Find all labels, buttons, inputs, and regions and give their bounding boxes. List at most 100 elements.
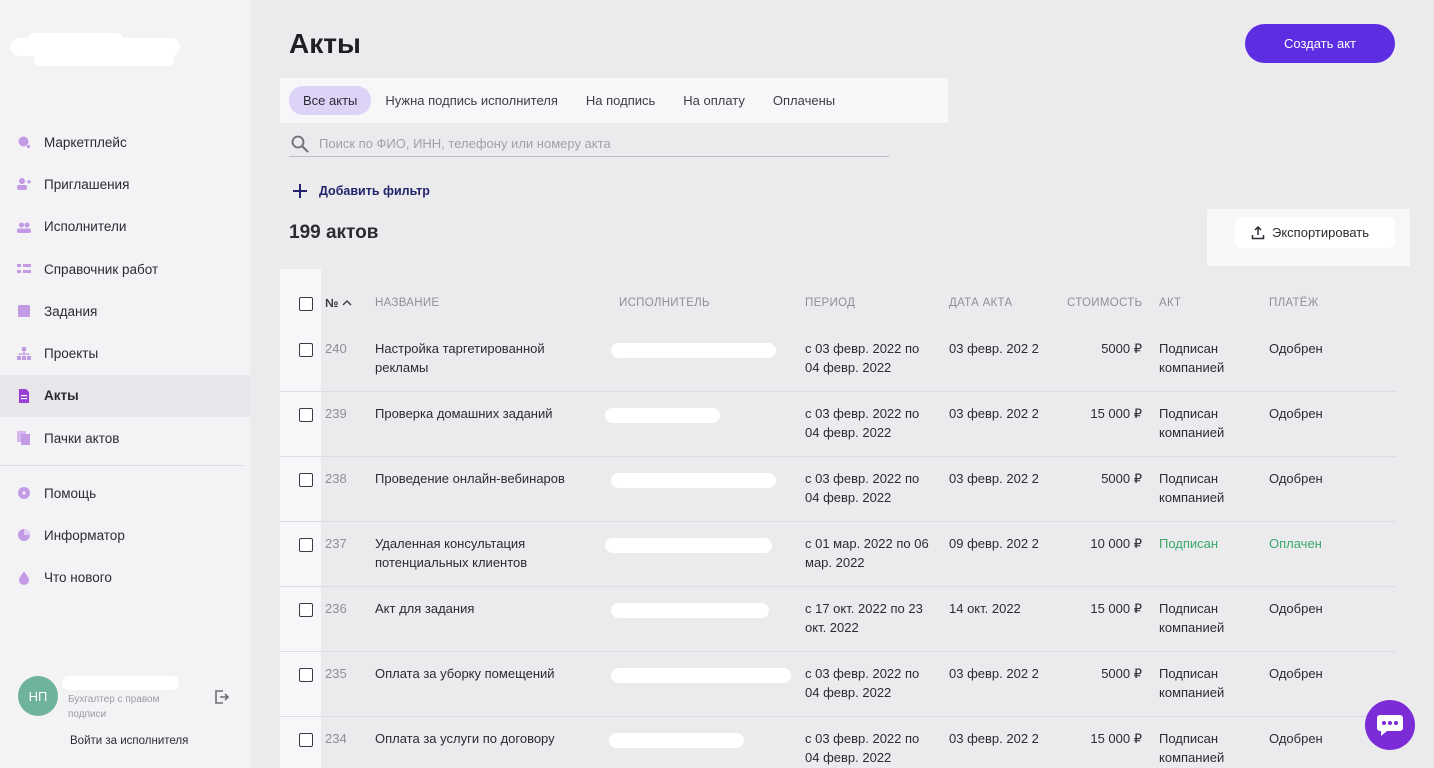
sidebar-item-works-catalog[interactable]: Справочник работ [0, 248, 250, 290]
act-period: с 03 февр. 2022 по 04 февр. 2022 [805, 731, 920, 765]
act-status: Подписан компанией [1159, 666, 1225, 700]
add-filter-button[interactable]: Добавить фильтр [292, 182, 430, 200]
logo-redacted-3 [28, 33, 123, 45]
sidebar-item-invitations[interactable]: Приглашения [0, 163, 250, 205]
sidebar-item-act-batches[interactable]: Пачки актов [0, 417, 250, 459]
export-label: Экспортировать [1272, 225, 1369, 240]
sidebar-item-label: Акты [44, 388, 79, 404]
table-row[interactable]: 240 Настройка таргетированной рекламы с 03… [280, 327, 1396, 392]
tab-needs-executor-signature[interactable]: Нужна подпись исполнителя [371, 86, 572, 115]
hierarchy-icon [17, 346, 31, 361]
table-row[interactable]: 235 Оплата за уборку помещений с 03 февр. … [280, 652, 1396, 717]
column-header-num[interactable]: № [325, 296, 352, 310]
chat-bubble-icon [1377, 715, 1403, 736]
table-row[interactable]: 237 Удаленная консультация потенциальных … [280, 522, 1396, 587]
column-header-date: ДАТА АКТА [949, 297, 1013, 309]
tab-to-pay[interactable]: На оплату [669, 86, 759, 115]
act-status: Подписан компанией [1159, 601, 1225, 635]
act-cost: 15 000 ₽ [1090, 406, 1142, 421]
column-num-label: № [325, 296, 339, 310]
act-period: с 17 окт. 2022 по 23 окт. 2022 [805, 601, 923, 635]
row-checkbox[interactable] [299, 733, 313, 747]
sidebar-item-label: Справочник работ [44, 261, 159, 277]
act-number: 234 [325, 731, 347, 746]
act-period: с 03 февр. 2022 по 04 февр. 2022 [805, 666, 920, 700]
chat-button[interactable] [1365, 700, 1415, 750]
column-header-act: АКТ [1159, 297, 1182, 309]
executor-redacted [611, 668, 791, 683]
row-checkbox[interactable] [299, 408, 313, 422]
logo-redacted-2 [34, 52, 174, 66]
act-cost: 15 000 ₽ [1090, 731, 1142, 746]
act-name[interactable]: Оплата за уборку помещений [375, 664, 595, 683]
acts-count: 199 актов [289, 222, 379, 243]
act-status: Подписан компанией [1159, 731, 1225, 765]
act-name[interactable]: Проведение онлайн-вебинаров [375, 469, 595, 488]
act-status: Подписан [1159, 536, 1219, 551]
export-button[interactable]: Экспортировать [1235, 217, 1395, 248]
square-icon [17, 304, 31, 318]
act-date: 03 февр. 202 2 [949, 471, 1039, 486]
act-date: 14 окт. 2022 [949, 601, 1021, 616]
sidebar-item-acts[interactable]: Акты [0, 374, 250, 418]
sidebar-item-whats-new[interactable]: Что нового [0, 557, 250, 599]
select-all-checkbox[interactable] [299, 297, 313, 311]
act-name[interactable]: Удаленная консультация потенциальных кли… [375, 534, 595, 572]
sidebar-item-tasks[interactable]: Задания [0, 290, 250, 332]
executor-redacted [605, 408, 720, 423]
tab-all-acts[interactable]: Все акты [289, 86, 372, 115]
act-cost: 5000 ₽ [1101, 666, 1142, 681]
act-cost: 5000 ₽ [1101, 341, 1142, 356]
row-checkbox[interactable] [299, 473, 313, 487]
create-act-button[interactable]: Создать акт [1245, 24, 1395, 63]
login-as-executor-link[interactable]: Войти за исполнителя [70, 735, 188, 747]
act-number: 237 [325, 536, 347, 551]
sidebar-item-help[interactable]: Помощь [0, 472, 250, 514]
act-cost: 5000 ₽ [1101, 471, 1142, 486]
act-cost: 10 000 ₽ [1090, 536, 1142, 551]
sidebar-item-projects[interactable]: Проекты [0, 332, 250, 374]
payment-status: Одобрен [1269, 471, 1323, 486]
act-status: Подписан компанией [1159, 406, 1225, 440]
sidebar-item-label: Пачки актов [44, 430, 120, 446]
act-date: 03 февр. 202 2 [949, 341, 1039, 356]
act-name[interactable]: Оплата за услуги по договору [375, 729, 595, 748]
table-row[interactable]: 236 Акт для задания с 17 окт. 2022 по 23 о… [280, 587, 1396, 652]
sidebar-item-informer[interactable]: Информатор [0, 514, 250, 556]
act-period: с 03 февр. 2022 по 04 февр. 2022 [805, 341, 920, 375]
sidebar-item-executors[interactable]: Исполнители [0, 206, 250, 248]
row-checkbox[interactable] [299, 343, 313, 357]
export-panel: Экспортировать [1207, 209, 1410, 266]
user-plus-icon [17, 177, 31, 191]
avatar[interactable]: НП [18, 676, 58, 716]
act-date: 03 февр. 202 2 [949, 666, 1039, 681]
search-dot-icon [17, 135, 31, 149]
act-cost: 15 000 ₽ [1090, 601, 1142, 616]
act-name[interactable]: Настройка таргетированной рекламы [375, 339, 595, 377]
row-checkbox[interactable] [299, 668, 313, 682]
sidebar-item-marketplace[interactable]: Маркетплейс [0, 121, 250, 163]
act-number: 238 [325, 471, 347, 486]
row-checkbox[interactable] [299, 538, 313, 552]
sidebar-secondary-nav: Помощь Информатор Что нового [0, 472, 250, 599]
payment-status: Оплачен [1269, 536, 1322, 551]
search-icon [291, 135, 309, 153]
search-input[interactable] [319, 132, 879, 154]
documents-stack-icon [17, 431, 31, 446]
act-name[interactable]: Проверка домашних заданий [375, 404, 595, 423]
table-row[interactable]: 239 Проверка домашних заданий с 03 февр. 2… [280, 392, 1396, 457]
tab-to-sign[interactable]: На подпись [572, 86, 669, 115]
act-period: с 01 мар. 2022 по 06 мар. 2022 [805, 536, 929, 570]
tab-paid[interactable]: Оплачены [759, 86, 849, 115]
payment-status: Одобрен [1269, 666, 1323, 681]
logout-icon[interactable] [214, 689, 230, 705]
sidebar-item-label: Исполнители [44, 219, 127, 235]
table-row[interactable]: 234 Оплата за услуги по договору с 03 февр… [280, 717, 1396, 768]
act-date: 03 февр. 202 2 [949, 406, 1039, 421]
sidebar-divider [0, 465, 244, 466]
act-name[interactable]: Акт для задания [375, 599, 595, 618]
status-tabs: Все акты Нужна подпись исполнителя На по… [280, 78, 948, 123]
row-checkbox[interactable] [299, 603, 313, 617]
column-header-executor: ИСПОЛНИТЕЛЬ [619, 297, 710, 309]
table-row[interactable]: 238 Проведение онлайн-вебинаров с 03 февр.… [280, 457, 1396, 522]
